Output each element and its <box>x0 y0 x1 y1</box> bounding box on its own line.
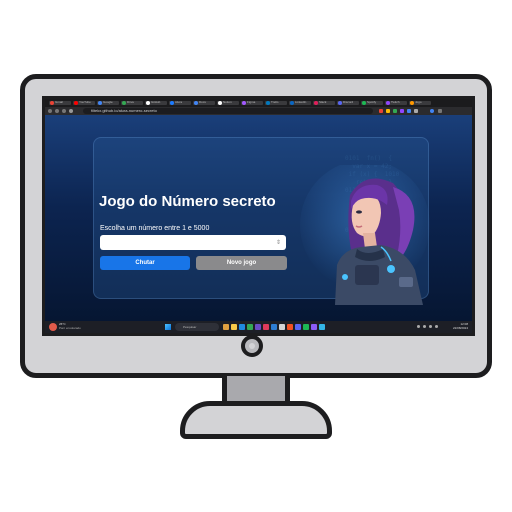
tab-label: Drive <box>127 100 135 104</box>
tab-favicon-icon <box>242 101 246 105</box>
monitor-stand-base <box>180 401 332 439</box>
taskbar: 26°C Parc ensolarado Pesquisar 12:08 22/… <box>45 321 472 333</box>
tab-label: GitHub <box>151 100 161 104</box>
tab-label: Notion <box>223 100 232 104</box>
profile-icon[interactable] <box>430 109 434 113</box>
browser-tab[interactable]: Alura <box>169 100 191 105</box>
app-icon[interactable] <box>255 324 261 330</box>
browser-tab[interactable]: Discord <box>337 100 359 105</box>
tab-label: Spotify <box>367 100 377 104</box>
wifi-icon[interactable] <box>423 325 426 328</box>
number-input[interactable] <box>100 235 286 250</box>
tab-favicon-icon <box>410 101 414 105</box>
tab-favicon-icon <box>98 101 102 105</box>
browser-tab[interactable]: Twitch <box>385 100 407 105</box>
edge-icon[interactable] <box>239 324 245 330</box>
app-icon[interactable] <box>263 324 269 330</box>
tab-label: Google <box>103 100 113 104</box>
browser-tab[interactable]: Google <box>97 100 119 105</box>
app-icon[interactable] <box>311 324 317 330</box>
office-icon[interactable] <box>287 324 293 330</box>
tab-label: Docs <box>199 100 206 104</box>
clock-date: 22/08/2024 <box>452 326 468 330</box>
app-icon[interactable] <box>319 324 325 330</box>
address-bar-row: filtekx.github.io/alura-numero-secreto <box>45 107 472 115</box>
browser-tab[interactable]: GitHub <box>145 100 167 105</box>
extension-icon[interactable] <box>379 109 383 113</box>
vscode-icon[interactable] <box>271 324 277 330</box>
new-game-button[interactable]: Novo jogo <box>196 256 287 270</box>
bookmark-icon[interactable] <box>414 109 418 113</box>
extension-icon[interactable] <box>386 109 390 113</box>
chrome-icon[interactable] <box>247 324 253 330</box>
tab-label: Gmail <box>55 100 63 104</box>
app-icon[interactable] <box>279 324 285 330</box>
tab-favicon-icon <box>74 101 78 105</box>
tab-favicon-icon <box>170 101 174 105</box>
tab-favicon-icon <box>386 101 390 105</box>
astronaut-girl-illustration <box>300 165 430 305</box>
browser-tab[interactable]: Docs <box>193 100 215 105</box>
browser-tab[interactable]: Drive <box>121 100 143 105</box>
tab-favicon-icon <box>266 101 270 105</box>
browser-tab[interactable]: LinkedIn <box>289 100 311 105</box>
page-content: 0101 fn() { var x = 42; if (x) { 1010 re… <box>45 115 472 321</box>
extension-icon[interactable] <box>407 109 411 113</box>
browser-tab[interactable]: Notion <box>217 100 239 105</box>
tab-label: Discord <box>343 100 354 104</box>
tab-label: Slack <box>319 100 327 104</box>
browser-tab[interactable]: Trello <box>265 100 287 105</box>
tab-favicon-icon <box>194 101 198 105</box>
browser-tab[interactable]: Slack <box>313 100 335 105</box>
tab-label: Twitch <box>391 100 400 104</box>
browser-tab[interactable]: Gmail <box>49 100 71 105</box>
tab-label: Alura <box>175 100 183 104</box>
taskbar-search[interactable]: Pesquisar <box>175 323 219 331</box>
url-field[interactable]: filtekx.github.io/alura-numero-secreto <box>83 108 373 114</box>
tab-favicon-icon <box>218 101 222 105</box>
folder-icon[interactable] <box>231 324 237 330</box>
browser-tab[interactable]: Spotify <box>361 100 383 105</box>
taskview-icon[interactable] <box>223 324 229 330</box>
tab-favicon-icon <box>314 101 318 105</box>
tab-label: Jogo <box>415 100 422 104</box>
tab-favicon-icon <box>146 101 150 105</box>
back-icon[interactable] <box>48 109 52 113</box>
reload-icon[interactable] <box>62 109 66 113</box>
tab-label: YouTube <box>79 100 91 104</box>
power-button[interactable] <box>241 335 263 357</box>
tab-label: LinkedIn <box>295 100 307 104</box>
browser-tab[interactable]: Figma <box>241 100 263 105</box>
menu-icon[interactable] <box>438 109 442 113</box>
chevron-up-icon[interactable] <box>417 325 420 328</box>
guess-button[interactable]: Chutar <box>100 256 190 270</box>
extension-icon[interactable] <box>393 109 397 113</box>
tab-label: Figma <box>247 100 256 104</box>
start-icon[interactable] <box>165 324 171 330</box>
stepper-icon[interactable]: ⇕ <box>276 239 281 246</box>
extension-icon[interactable] <box>400 109 404 113</box>
browser-tab[interactable]: YouTube <box>73 100 95 105</box>
forward-icon[interactable] <box>55 109 59 113</box>
tab-favicon-icon <box>338 101 342 105</box>
battery-icon[interactable] <box>435 325 438 328</box>
tab-favicon-icon <box>122 101 126 105</box>
tab-favicon-icon <box>362 101 366 105</box>
weather-desc: Parc ensolarado <box>59 326 81 330</box>
tab-bar: Gmail YouTube Google Drive GitHub Alura Docs No… <box>45 99 472 107</box>
clock[interactable]: 12:08 22/08/2024 <box>453 322 468 330</box>
weather-icon[interactable] <box>49 323 57 331</box>
tab-label: Trello <box>271 100 279 104</box>
discord-icon[interactable] <box>295 324 301 330</box>
home-icon[interactable] <box>69 109 73 113</box>
tab-favicon-icon <box>290 101 294 105</box>
volume-icon[interactable] <box>429 325 432 328</box>
screen: Gmail YouTube Google Drive GitHub Alura Docs No… <box>42 96 475 336</box>
instruction-text: Escolha um número entre 1 e 5000 <box>100 225 210 232</box>
page-title: Jogo do Número secreto <box>99 193 276 210</box>
tab-favicon-icon <box>50 101 54 105</box>
browser-tab[interactable]: Jogo <box>409 100 431 105</box>
spotify-icon[interactable] <box>303 324 309 330</box>
